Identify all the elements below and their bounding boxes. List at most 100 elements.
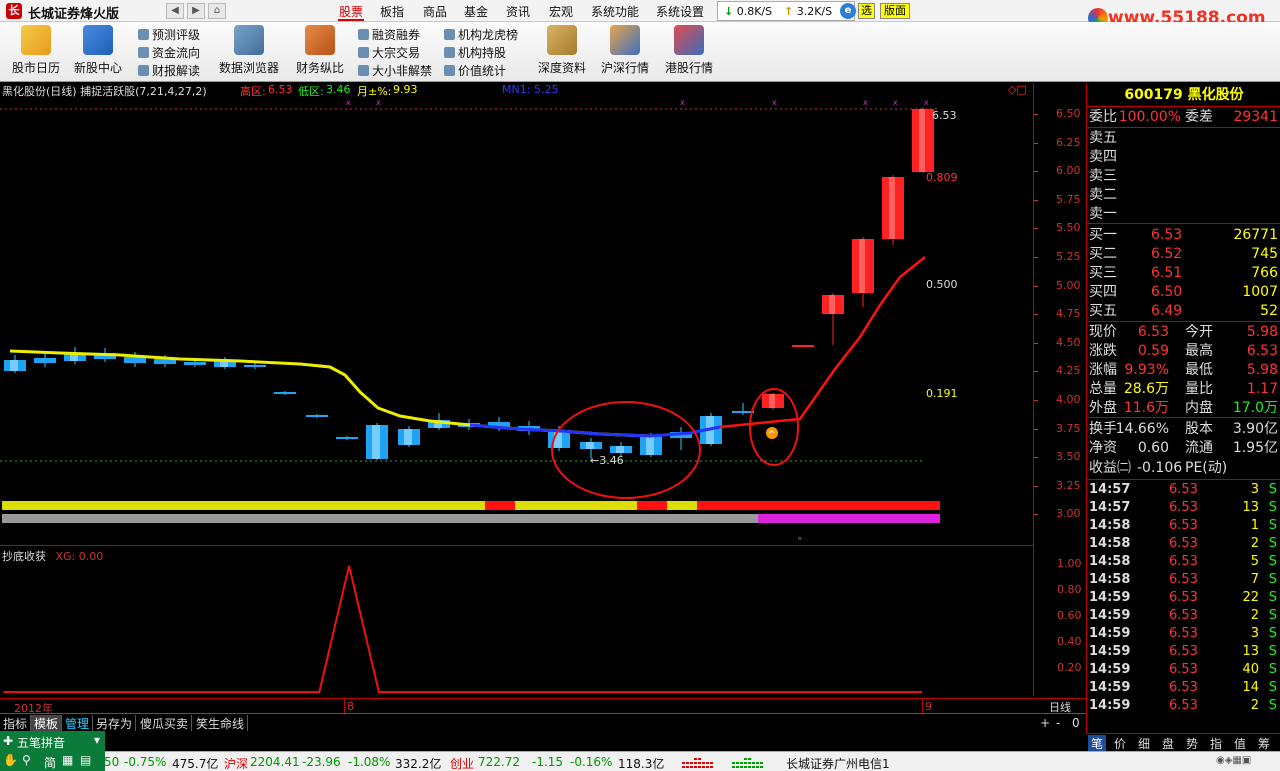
institution-ranking-tool[interactable]: 机构龙虎榜	[444, 26, 518, 43]
bid-volume: 766	[1251, 265, 1278, 281]
menu-system-settings[interactable]: 系统设置	[656, 3, 704, 20]
menu-index[interactable]: 板指	[380, 3, 404, 20]
bid-level-row[interactable]: 买五 6.49 52	[1087, 302, 1280, 321]
rating-icon	[138, 29, 149, 40]
sh-sz-quotes-tool[interactable]: 沪深行情	[597, 25, 653, 76]
menu-news[interactable]: 资讯	[506, 3, 530, 20]
stock-title[interactable]: 600179 黑化股份	[1087, 83, 1280, 107]
select-button[interactable]: 选	[858, 3, 875, 19]
tick-price: 6.53	[1169, 680, 1198, 695]
margin-trading-tool[interactable]: 融资融券	[358, 26, 420, 43]
forecast-rating-tool[interactable]: 预测评级	[138, 26, 200, 43]
data-browser-tool[interactable]: 数据浏览器	[216, 25, 282, 76]
tab-manage[interactable]: 管理	[62, 715, 94, 731]
tab-simple-trade[interactable]: 傻瓜买卖	[137, 715, 193, 731]
ask-label: 卖三	[1089, 168, 1117, 184]
svg-text:x: x	[924, 98, 929, 107]
stat-value: 6.53	[1137, 324, 1169, 340]
keyboard-icon[interactable]: ▦	[62, 753, 73, 767]
ipo-icon	[83, 25, 113, 55]
unlock-tool[interactable]: 大小非解禁	[358, 62, 432, 79]
tray-icons[interactable]: ◉◈▦▣	[1216, 755, 1251, 766]
margin-icon	[358, 29, 369, 40]
tab-ticks[interactable]: 笔	[1088, 735, 1107, 752]
tab-detail[interactable]: 细	[1138, 735, 1150, 752]
tab-template[interactable]: 模板	[31, 715, 63, 731]
index2-name[interactable]: 沪深	[224, 755, 248, 771]
candle-down	[184, 362, 206, 365]
ime-toolbar-row2[interactable]: ✋ ⚲ 简 ▦ ▤	[0, 751, 105, 771]
menu-macro[interactable]: 宏观	[549, 3, 573, 20]
ask-level-row[interactable]: 卖三	[1087, 167, 1280, 186]
ime-mode[interactable]: 简	[44, 754, 56, 771]
server-name[interactable]: 长城证券广州电信1	[786, 755, 890, 771]
ime-toolbar[interactable]: ✚ 五笔拼音 ▾	[0, 731, 105, 751]
tab-trend[interactable]: 势	[1186, 735, 1198, 752]
ask-level-row[interactable]: 卖二	[1087, 186, 1280, 205]
nav-forward-button[interactable]: ▶	[187, 3, 205, 19]
tab-index[interactable]: 指	[1210, 735, 1222, 752]
fund-flow-tool[interactable]: 资金流向	[138, 44, 200, 61]
period-label[interactable]: 日线	[1034, 698, 1086, 714]
report-analysis-tool[interactable]: 财报解读	[138, 62, 200, 79]
status-bar: 50 -0.75% 475.7亿 沪深 2204.41 -23.96 -1.08…	[0, 751, 1280, 771]
chart-corner-icons[interactable]: ◇□	[1008, 83, 1027, 96]
layout-button[interactable]: 版面	[880, 3, 910, 19]
tab-save-as[interactable]: 另存为	[93, 715, 137, 731]
bid-level-row[interactable]: 买二 6.52 745	[1087, 245, 1280, 264]
search-icon[interactable]: ⚲	[22, 753, 31, 767]
calendar-tool[interactable]: 股市日历	[8, 25, 64, 76]
calendar-icon	[21, 25, 51, 55]
app-logo-icon: 长	[6, 3, 22, 19]
upload-speed: 3.2K/S	[796, 5, 833, 18]
hand-icon[interactable]: ✋	[3, 753, 18, 767]
index2-amount: 332.2亿	[395, 757, 442, 771]
menu-stocks[interactable]: 股票	[339, 3, 363, 20]
zoom-reset-button[interactable]: 0	[1072, 716, 1080, 730]
browser-icon[interactable]: e	[840, 3, 856, 19]
index3-name[interactable]: 创业	[450, 755, 474, 771]
menu-system-functions[interactable]: 系统功能	[591, 3, 639, 20]
menu-icon[interactable]: ▤	[80, 753, 91, 767]
flow-icon	[138, 47, 149, 58]
block-trade-tool[interactable]: 大宗交易	[358, 44, 420, 61]
tab-value[interactable]: 值	[1234, 735, 1246, 752]
tab-lifeline[interactable]: 笑生命线	[193, 715, 249, 731]
deep-data-tool[interactable]: 深度资料	[534, 25, 590, 76]
bid-label: 买一	[1089, 227, 1117, 243]
bid-level-row[interactable]: 买三 6.51 766	[1087, 264, 1280, 283]
zoom-in-button[interactable]: +	[1040, 716, 1050, 730]
network-speed: ↓ 0.8K/S ↑ 3.2K/S	[717, 1, 855, 21]
hk-quotes-tool[interactable]: 港股行情	[661, 25, 717, 76]
nav-back-button[interactable]: ◀	[166, 3, 184, 19]
ask-level-row[interactable]: 卖一	[1087, 205, 1280, 224]
institution-holding-tool[interactable]: 机构持股	[444, 44, 506, 61]
nav-home-button[interactable]: ⌂	[208, 3, 226, 19]
bid-level-row[interactable]: 买一 6.53 26771	[1087, 226, 1280, 245]
stat-value: 28.6万	[1123, 381, 1169, 397]
ime-dropdown-icon[interactable]: ▾	[94, 733, 100, 747]
tab-indicator[interactable]: 指标	[0, 715, 32, 731]
value-stats-tool[interactable]: 价值统计	[444, 62, 506, 79]
ipo-center-tool[interactable]: 新股中心	[70, 25, 126, 76]
tab-price[interactable]: 价	[1114, 735, 1126, 752]
tab-board[interactable]: 盘	[1162, 735, 1174, 752]
tick-row: 14:58 6.53 5 S	[1087, 553, 1280, 571]
candlestick-chart[interactable]: xxx xxxx 6.53 0.809 0.500 0.191 ←3.46 ^ …	[0, 97, 1033, 544]
zoom-out-button[interactable]: -	[1056, 716, 1060, 730]
ask-level-row[interactable]: 卖四	[1087, 148, 1280, 167]
tab-chips[interactable]: 筹	[1258, 735, 1270, 752]
menu-commodity[interactable]: 商品	[423, 3, 447, 20]
menu-fund[interactable]: 基金	[464, 3, 488, 20]
bid-level-row[interactable]: 买四 6.50 1007	[1087, 283, 1280, 302]
indicator-chart[interactable]	[0, 545, 1033, 698]
index3-change: -1.15	[532, 755, 564, 769]
trend-strip-red-3	[697, 501, 940, 510]
tick-volume: 5	[1250, 554, 1259, 569]
svg-text:x: x	[376, 98, 381, 107]
stock-name: 黑化股份	[1187, 87, 1244, 103]
index1-pct: -0.75%	[124, 755, 167, 769]
ask-level-row[interactable]: 卖五	[1087, 129, 1280, 148]
price-tick: 5.00	[1056, 278, 1081, 292]
finance-compare-tool[interactable]: 财务纵比	[292, 25, 348, 76]
